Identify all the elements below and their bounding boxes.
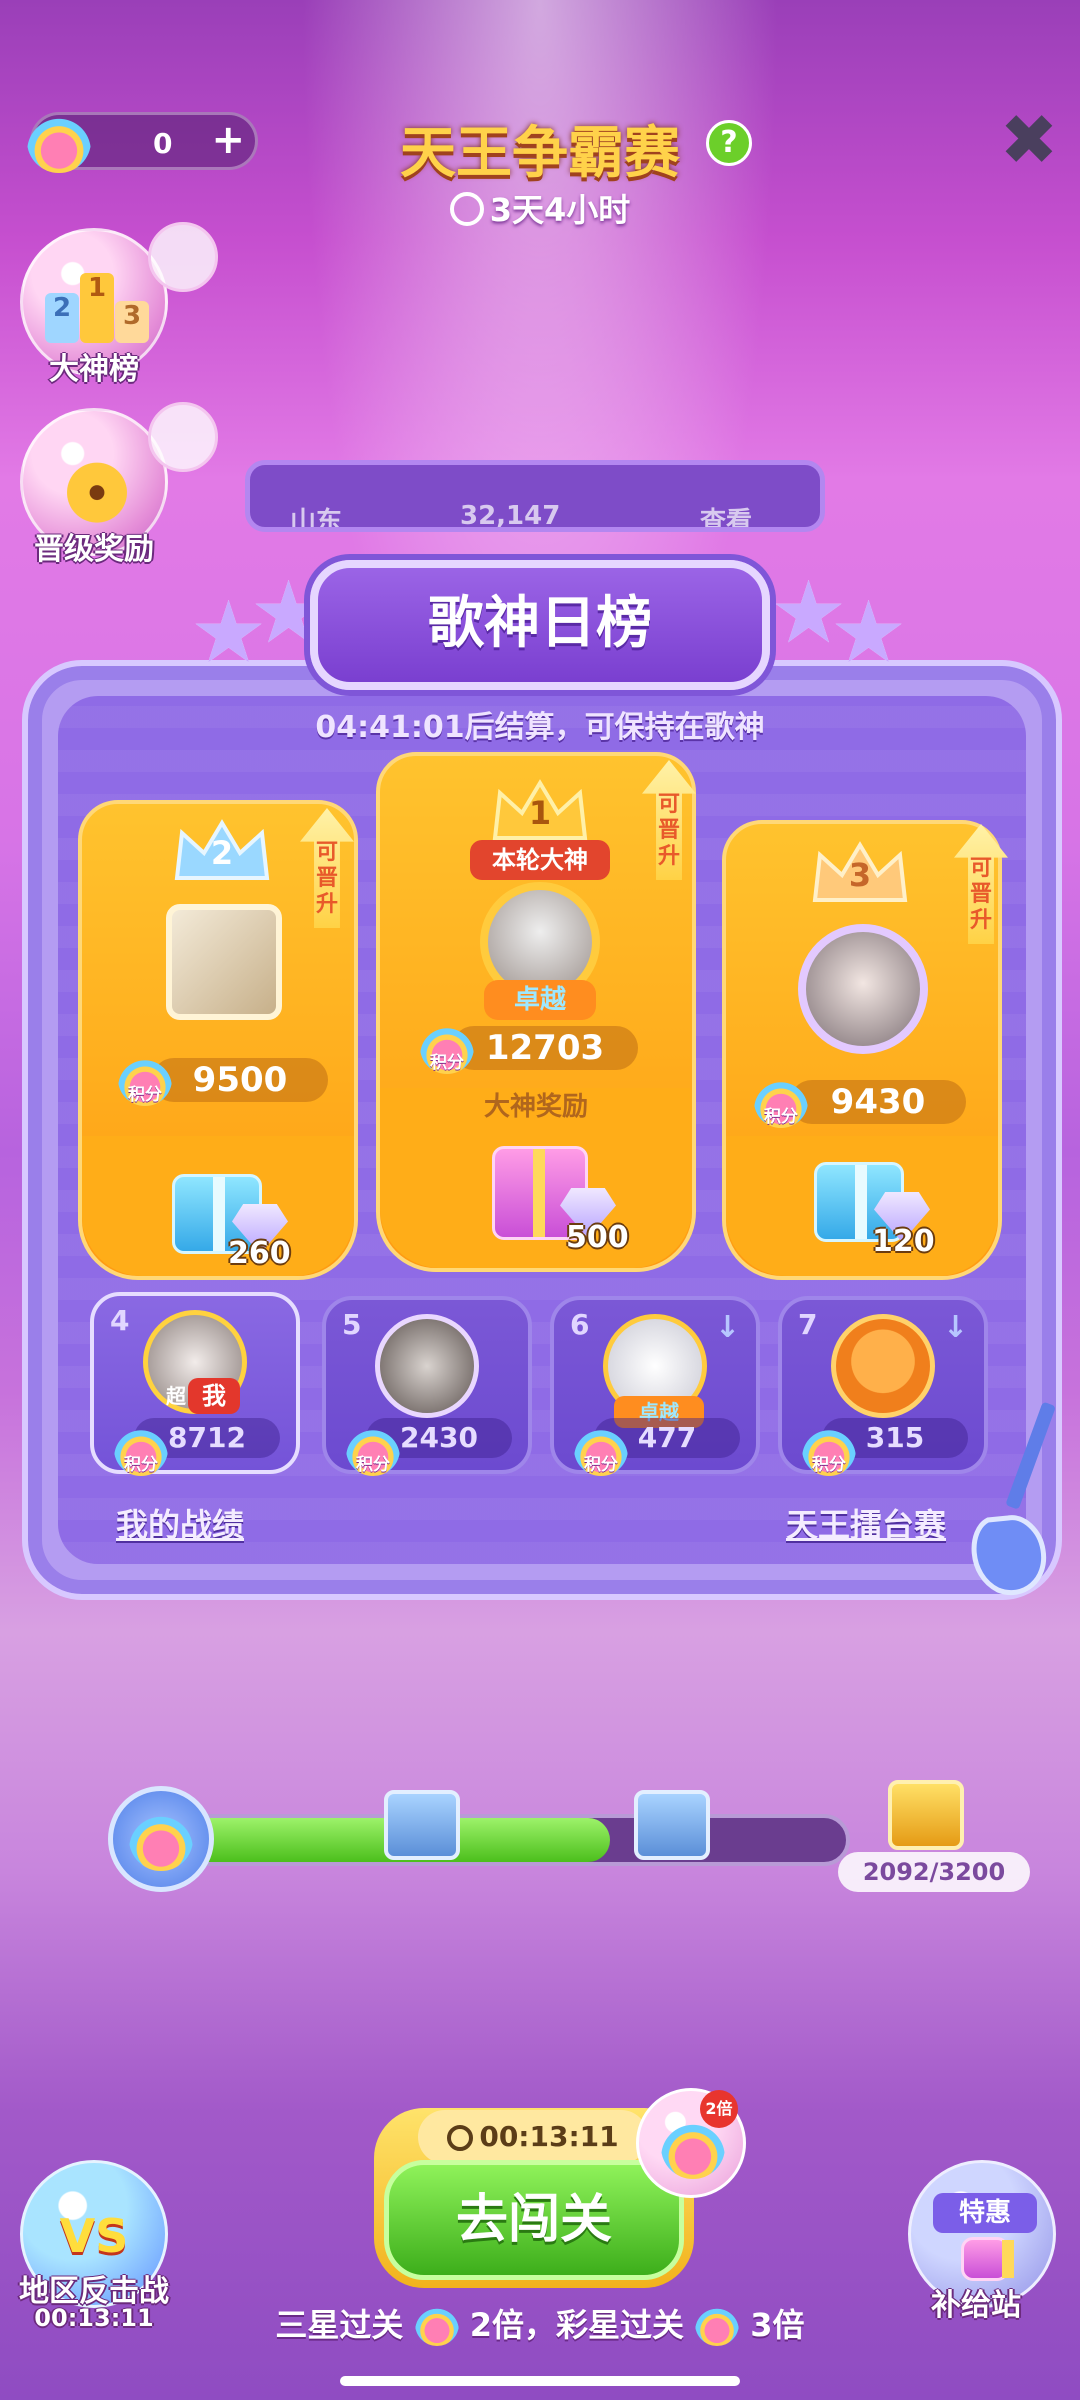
score-icon-label: 积分 <box>430 1053 464 1073</box>
leaderboard-label: 大神榜 <box>49 352 139 387</box>
score-icon-label: 积分 <box>124 1455 158 1475</box>
rank-down-arrow: ↓ <box>714 1310 740 1345</box>
score-value: 9500 <box>152 1058 328 1102</box>
podium-second: 2 <box>45 293 79 343</box>
player-avatar[interactable] <box>798 924 928 1054</box>
my-record-link[interactable]: 我的战绩 <box>116 1500 244 1546</box>
rank-card-4[interactable]: 4 超 我 8712 积分 <box>90 1292 300 1476</box>
hint-part-1: 三星过关 <box>275 2306 404 2344</box>
score-icon-label: 积分 <box>128 1085 162 1105</box>
score-value: 9430 <box>790 1080 966 1124</box>
rank-number: 4 <box>110 1304 130 1337</box>
podium-icon: 2 1 3 <box>45 273 149 343</box>
progress-label: 2092/3200 <box>838 1852 1030 1892</box>
play-button[interactable]: 去闯关 <box>384 2160 684 2280</box>
hint-part-3: 3倍 <box>750 2306 805 2344</box>
rank-number: 5 <box>342 1308 362 1341</box>
me-badge: 我 <box>188 1378 240 1414</box>
reward-label: 大神奖励 <box>483 1092 588 1122</box>
podium-first: 1 <box>80 273 114 343</box>
clock-icon <box>449 192 484 226</box>
event-timer: 3天4小时 <box>0 185 1080 231</box>
region-text: 山东 <box>290 507 343 532</box>
rewards-label: 晋级奖励 <box>34 532 154 567</box>
page-title: 天王争霸赛 <box>400 121 680 186</box>
score-value: 12703 <box>452 1026 638 1070</box>
rank-stats-strip[interactable]: 山东 32,147 查看 <box>245 460 825 532</box>
top-player-badge: 本轮大神 <box>470 840 610 880</box>
home-indicator[interactable] <box>340 2376 740 2386</box>
close-button[interactable]: ✖ <box>994 105 1064 178</box>
multiplier-badge: 2倍 <box>700 2090 738 2128</box>
podium-third: 3 <box>115 301 149 343</box>
gift-amount: 260 <box>228 1236 291 1271</box>
promote-arrow: 可晋升 <box>300 808 354 928</box>
rank-number: 2 <box>210 834 234 872</box>
score-icon: 积分 <box>574 1422 628 1476</box>
score-icon: 积分 <box>802 1422 856 1476</box>
rank-card-2[interactable]: 2 可晋升 9500 积分 260 <box>78 800 358 1280</box>
rank-card-3[interactable]: 3 可晋升 9430 积分 120 <box>722 820 1008 1280</box>
settlement-countdown: 04:41:01后结算，可保持在歌神 <box>315 710 765 745</box>
score-icon: 积分 <box>118 1052 172 1106</box>
play-timer: 00:13:11 <box>418 2110 648 2164</box>
hint-part-2: 2倍，彩星过关 <box>469 2306 684 2344</box>
rank-prefix: 超 <box>166 1384 186 1408</box>
gift-amount: 120 <box>872 1224 935 1259</box>
rank-card-7[interactable]: 7 ↓ 315 积分 <box>778 1296 988 1476</box>
progress-track <box>160 1814 850 1866</box>
rank-down-arrow: ↓ <box>942 1310 968 1345</box>
score-icon: 积分 <box>754 1074 808 1128</box>
chest-icon[interactable] <box>634 1790 710 1860</box>
player-avatar[interactable] <box>831 1314 935 1418</box>
player-avatar[interactable] <box>166 904 282 1020</box>
gift-icon <box>961 2237 1014 2281</box>
frame-label: 卓越 <box>484 980 596 1020</box>
guitar-icon <box>971 1402 1055 1596</box>
lotus-icon <box>695 2302 740 2346</box>
score-icon: 积分 <box>114 1422 168 1476</box>
rank-number: 1 <box>528 794 552 832</box>
arena-link[interactable]: 天王擂台赛 <box>786 1500 946 1546</box>
rank-number: 3 <box>848 856 872 894</box>
event-timer-text: 3天4小时 <box>489 191 631 229</box>
promote-arrow: 可晋升 <box>642 760 696 880</box>
badge-icon <box>148 402 218 472</box>
microphone-icon <box>148 222 218 292</box>
star-icon: ★ <box>830 583 908 683</box>
gold-chest-icon[interactable] <box>888 1780 964 1850</box>
rank-card-1[interactable]: 1 本轮大神 可晋升 卓越 12703 积分 大神奖励 500 <box>376 752 696 1272</box>
multiplier-hint: 三星过关 2倍，彩星过关 3倍 <box>0 2300 1080 2346</box>
help-button[interactable]: ? <box>706 120 752 166</box>
score-icon: 积分 <box>346 1422 400 1476</box>
crown-icon: 1 <box>490 778 590 848</box>
lotus-icon <box>414 2302 459 2346</box>
crown-icon: 2 <box>172 818 272 888</box>
score-icon-label: 积分 <box>356 1455 390 1475</box>
score-icon-label: 积分 <box>812 1455 846 1475</box>
clock-icon <box>447 2125 474 2151</box>
rank-card-6[interactable]: 6 ↓ 卓越 477 积分 <box>550 1296 760 1476</box>
special-offer-tag: 特惠 <box>933 2193 1037 2233</box>
score-icon-label: 积分 <box>584 1455 618 1475</box>
gift-amount: 500 <box>566 1220 629 1255</box>
crown-icon: 3 <box>810 840 910 910</box>
progress-start-icon <box>108 1786 214 1892</box>
player-avatar[interactable] <box>375 1314 479 1418</box>
score-icon: 积分 <box>420 1020 474 1074</box>
lotus-crown-icon <box>59 447 135 523</box>
score-icon-label: 积分 <box>764 1107 798 1127</box>
score-text: 32,147 <box>460 501 561 531</box>
board-title-banner: 歌神日榜 <box>310 560 770 690</box>
play-timer-text: 00:13:11 <box>479 2120 619 2153</box>
rank-card-5[interactable]: 5 2430 积分 <box>322 1296 532 1476</box>
vs-icon: VS <box>59 2209 129 2263</box>
rank-number: 6 <box>570 1308 590 1341</box>
chest-icon[interactable] <box>384 1790 460 1860</box>
view-link[interactable]: 查看 <box>700 501 752 527</box>
rank-number: 7 <box>798 1308 818 1341</box>
